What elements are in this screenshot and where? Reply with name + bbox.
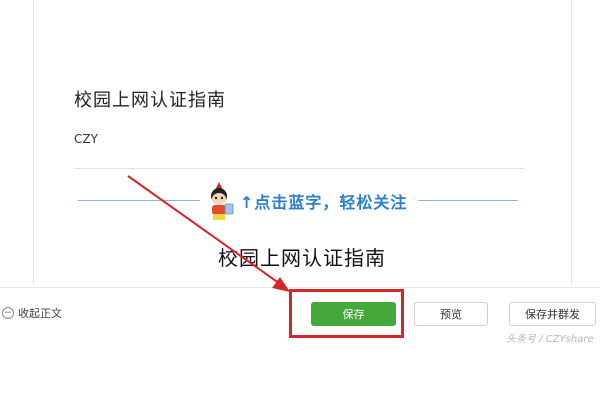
footer-divider [0, 287, 600, 288]
banner-right-line [418, 200, 518, 201]
article-title[interactable]: 校园上网认证指南 [74, 86, 226, 112]
banner-left-line [78, 200, 200, 201]
preview-button[interactable]: 预览 [414, 302, 488, 326]
divider [74, 168, 524, 169]
article-editor: 校园上网认证指南 CZY ↑点击蓝字，轻松关注 校园上网认证指南 [0, 0, 600, 292]
collapse-body-label: 收起正文 [18, 307, 62, 320]
content-heading[interactable]: 校园上网认证指南 [218, 242, 386, 271]
annotation-highlight-box [289, 289, 404, 338]
cartoon-mascot-icon [201, 180, 237, 228]
collapse-body-button[interactable]: − 收起正文 [2, 305, 62, 321]
collapse-icon: − [2, 307, 14, 319]
watermark: 头条号 / CZYshare [506, 334, 594, 345]
author-field[interactable]: CZY [74, 132, 98, 146]
editor-right-border [571, 0, 572, 285]
save-and-publish-button[interactable]: 保存并群发 [509, 302, 596, 326]
editor-left-border [33, 0, 34, 285]
follow-prompt[interactable]: ↑点击蓝字，轻松关注 [240, 189, 407, 213]
